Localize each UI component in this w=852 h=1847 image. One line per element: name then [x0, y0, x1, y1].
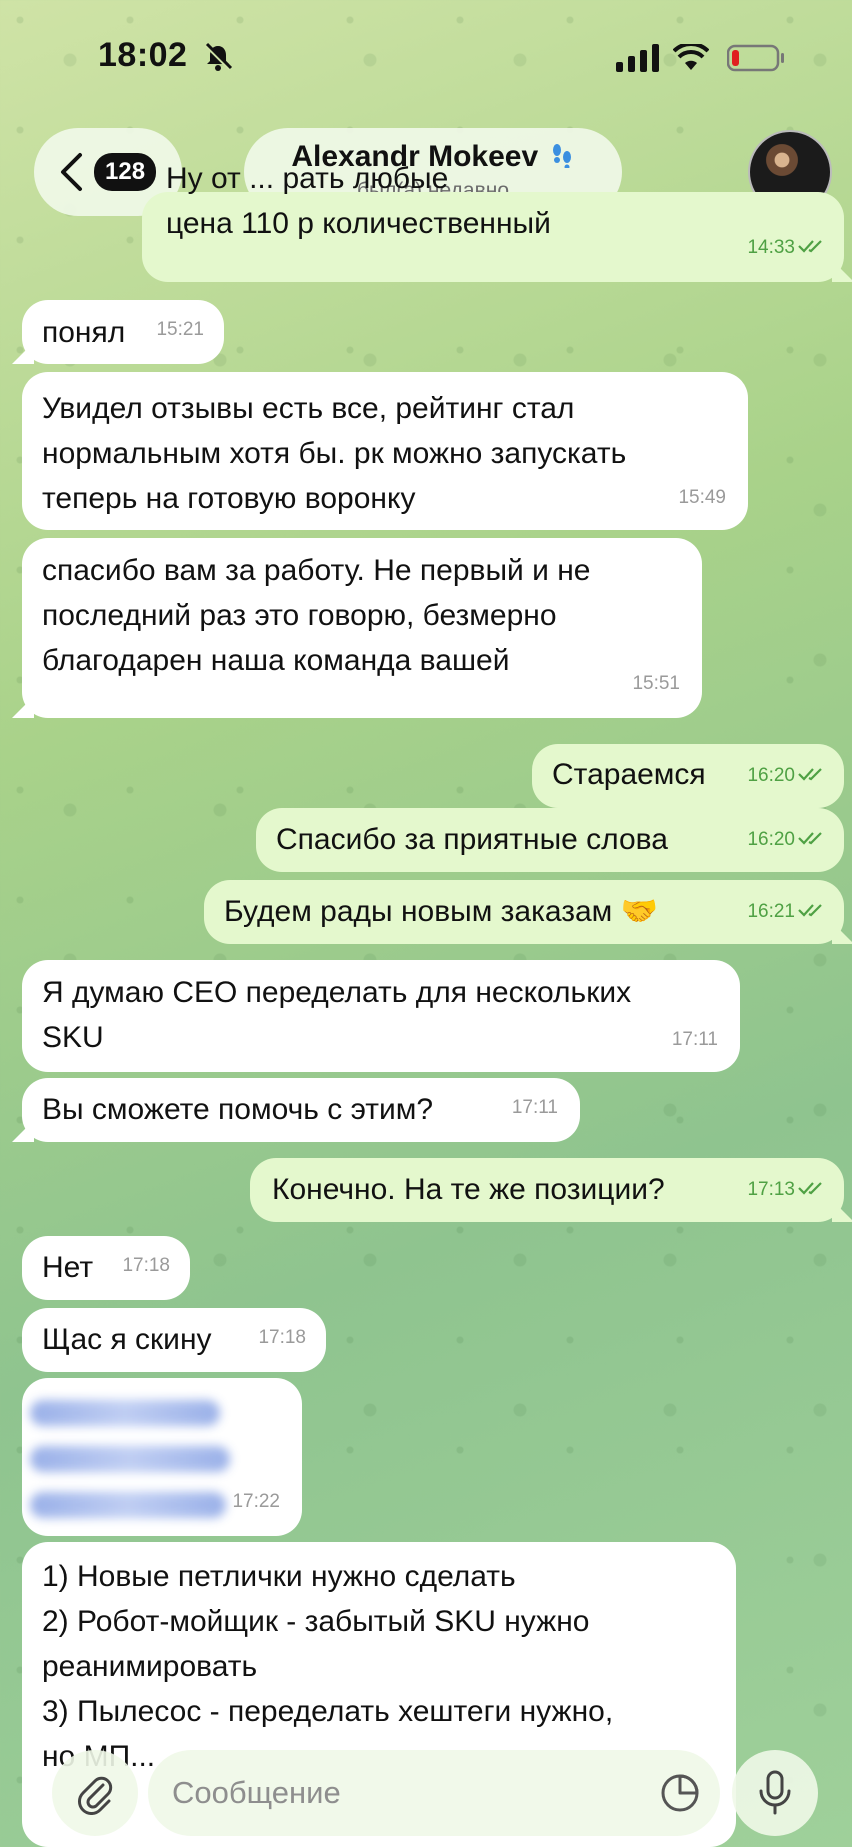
sticker-icon[interactable]: [660, 1773, 700, 1813]
message-text: Вы сможете помочь с этим?: [42, 1093, 434, 1126]
message-time: 17:11: [671, 1029, 718, 1050]
message-text: Конечно. На те же позиции?: [272, 1173, 665, 1206]
chevron-left-icon: [61, 153, 82, 191]
message-bubble-incoming[interactable]: Вы сможете помочь с этим? 17:11: [22, 1078, 580, 1142]
message-bubble-outgoing[interactable]: Спасибо за приятные слова 16:20: [256, 808, 844, 872]
wifi-icon: [673, 44, 709, 70]
message-time: 16:20: [747, 829, 795, 850]
message-time: 17:11: [511, 1097, 558, 1118]
message-text: Увидел отзывы есть все, рейтинг стал нор…: [42, 392, 627, 515]
message-bubble-incoming[interactable]: Щас я скину 17:18: [22, 1308, 326, 1372]
message-text: понял: [42, 316, 126, 349]
message-time: 15:21: [156, 319, 204, 340]
double-check-icon: [798, 768, 822, 781]
message-bubble-outgoing[interactable]: Стараемся 16:20: [532, 744, 844, 808]
message-time: 17:18: [258, 1327, 306, 1348]
message-time: 17:13: [747, 1179, 795, 1200]
double-check-icon: [798, 832, 822, 845]
blurred-sku-list-message[interactable]: 17:22: [22, 1378, 302, 1536]
message-bubble-outgoing[interactable]: Будем рады новым заказам 🤝 16:21: [204, 880, 844, 944]
message-text: 1) Новые петлички нужно сделать 2) Робот…: [42, 1560, 614, 1773]
attach-button[interactable]: [52, 1750, 138, 1836]
battery-low-icon: [727, 44, 784, 72]
blurred-line: [30, 1492, 226, 1518]
bell-slash-icon: [204, 42, 233, 71]
unread-count-badge: 128: [94, 153, 157, 191]
message-text: Щас я скину: [42, 1323, 212, 1356]
message-bubble-incoming[interactable]: Нет 17:18: [22, 1236, 190, 1300]
message-time: 16:20: [747, 765, 795, 786]
microphone-icon: [759, 1770, 791, 1815]
message-text: Стараемся: [552, 758, 706, 791]
status-time: 18:02: [98, 36, 188, 74]
message-bubble-outgoing[interactable]: Ну от ... рать любые цена 110 р количест…: [142, 162, 844, 282]
blurred-line: [30, 1400, 220, 1426]
message-text: Нет: [42, 1251, 94, 1284]
message-bubble-incoming[interactable]: Увидел отзывы есть все, рейтинг стал нор…: [22, 372, 748, 530]
cellular-signal-icon: [616, 44, 659, 72]
message-text: Ну от ... рать любые цена 110 р количест…: [166, 162, 551, 240]
message-input[interactable]: Сообщение: [148, 1750, 720, 1836]
blurred-line: [30, 1446, 230, 1472]
paperclip-icon: [78, 1776, 113, 1815]
message-time: 17:22: [232, 1491, 280, 1512]
message-bubble-outgoing[interactable]: Конечно. На те же позиции? 17:13: [250, 1158, 844, 1222]
double-check-icon: [798, 904, 822, 917]
message-text: Будем рады новым заказам 🤝: [224, 895, 658, 928]
voice-record-button[interactable]: [732, 1750, 818, 1836]
message-bubble-incoming[interactable]: Я думаю СЕО переделать для нескольких SK…: [22, 960, 740, 1072]
double-check-icon: [798, 240, 822, 253]
message-bubble-incoming[interactable]: понял 15:21: [22, 300, 224, 364]
message-input-placeholder: Сообщение: [172, 1775, 341, 1810]
message-time: 16:21: [747, 901, 795, 922]
message-time: 14:33: [747, 237, 795, 258]
message-bubble-incoming[interactable]: спасибо вам за работу. Не первый и не по…: [22, 538, 702, 718]
message-time: 15:51: [632, 673, 680, 694]
double-check-icon: [798, 1182, 822, 1195]
message-text: спасибо вам за работу. Не первый и не по…: [42, 554, 591, 677]
message-text: Спасибо за приятные слова: [276, 823, 668, 856]
message-time: 17:18: [122, 1255, 170, 1276]
message-time: 15:49: [678, 487, 726, 508]
message-text: Я думаю СЕО переделать для нескольких SK…: [42, 976, 632, 1054]
